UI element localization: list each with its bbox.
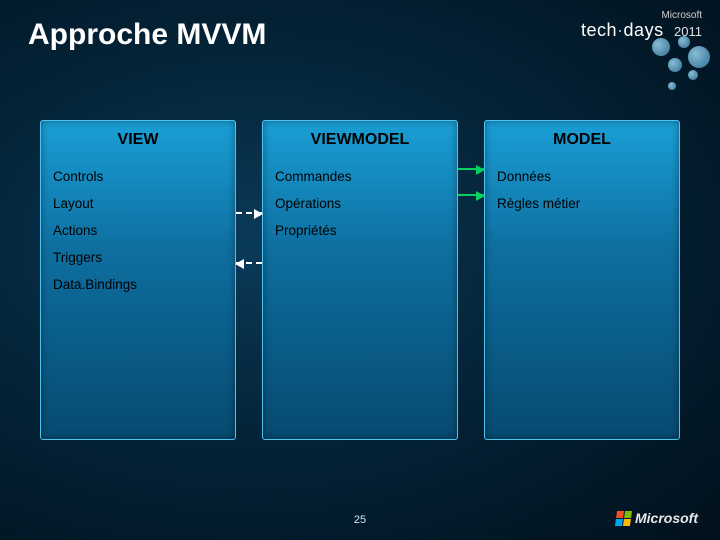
decorative-bubbles [626, 36, 716, 96]
column-model: MODEL Données Règles métier [484, 120, 680, 440]
microsoft-flag-icon [615, 511, 632, 526]
arrow-viewmodel-to-model-bottom [458, 194, 484, 196]
list-item: Opérations [263, 190, 457, 217]
list-item: Règles métier [485, 190, 679, 217]
list-item: Data.Bindings [41, 271, 235, 298]
column-view: VIEW Controls Layout Actions Triggers Da… [40, 120, 236, 440]
list-item: Triggers [41, 244, 235, 271]
list-item: Commandes [263, 163, 457, 190]
arrowhead-icon [254, 209, 263, 219]
microsoft-footer-logo: Microsoft [616, 510, 698, 526]
mvvm-columns: VIEW Controls Layout Actions Triggers Da… [40, 120, 680, 440]
arrowhead-icon [235, 259, 244, 269]
arrowhead-icon [476, 165, 485, 175]
list-item: Controls [41, 163, 235, 190]
column-heading: VIEWMODEL [263, 121, 457, 163]
column-viewmodel: VIEWMODEL Commandes Opérations Propriété… [262, 120, 458, 440]
list-item: Actions [41, 217, 235, 244]
list-item: Layout [41, 190, 235, 217]
slide-title: Approche MVVM [28, 18, 266, 52]
page-number: 25 [0, 514, 720, 526]
arrow-viewmodel-to-model-top [458, 168, 484, 170]
footer-vendor-label: Microsoft [635, 510, 698, 526]
list-item: Données [485, 163, 679, 190]
arrow-view-actions-to-viewmodel [236, 212, 262, 214]
arrowhead-icon [476, 191, 485, 201]
column-heading: MODEL [485, 121, 679, 163]
column-heading: VIEW [41, 121, 235, 163]
product-prefix: tech [581, 20, 617, 40]
arrow-viewmodel-to-view-bindings [236, 262, 262, 264]
list-item: Propriétés [263, 217, 457, 244]
